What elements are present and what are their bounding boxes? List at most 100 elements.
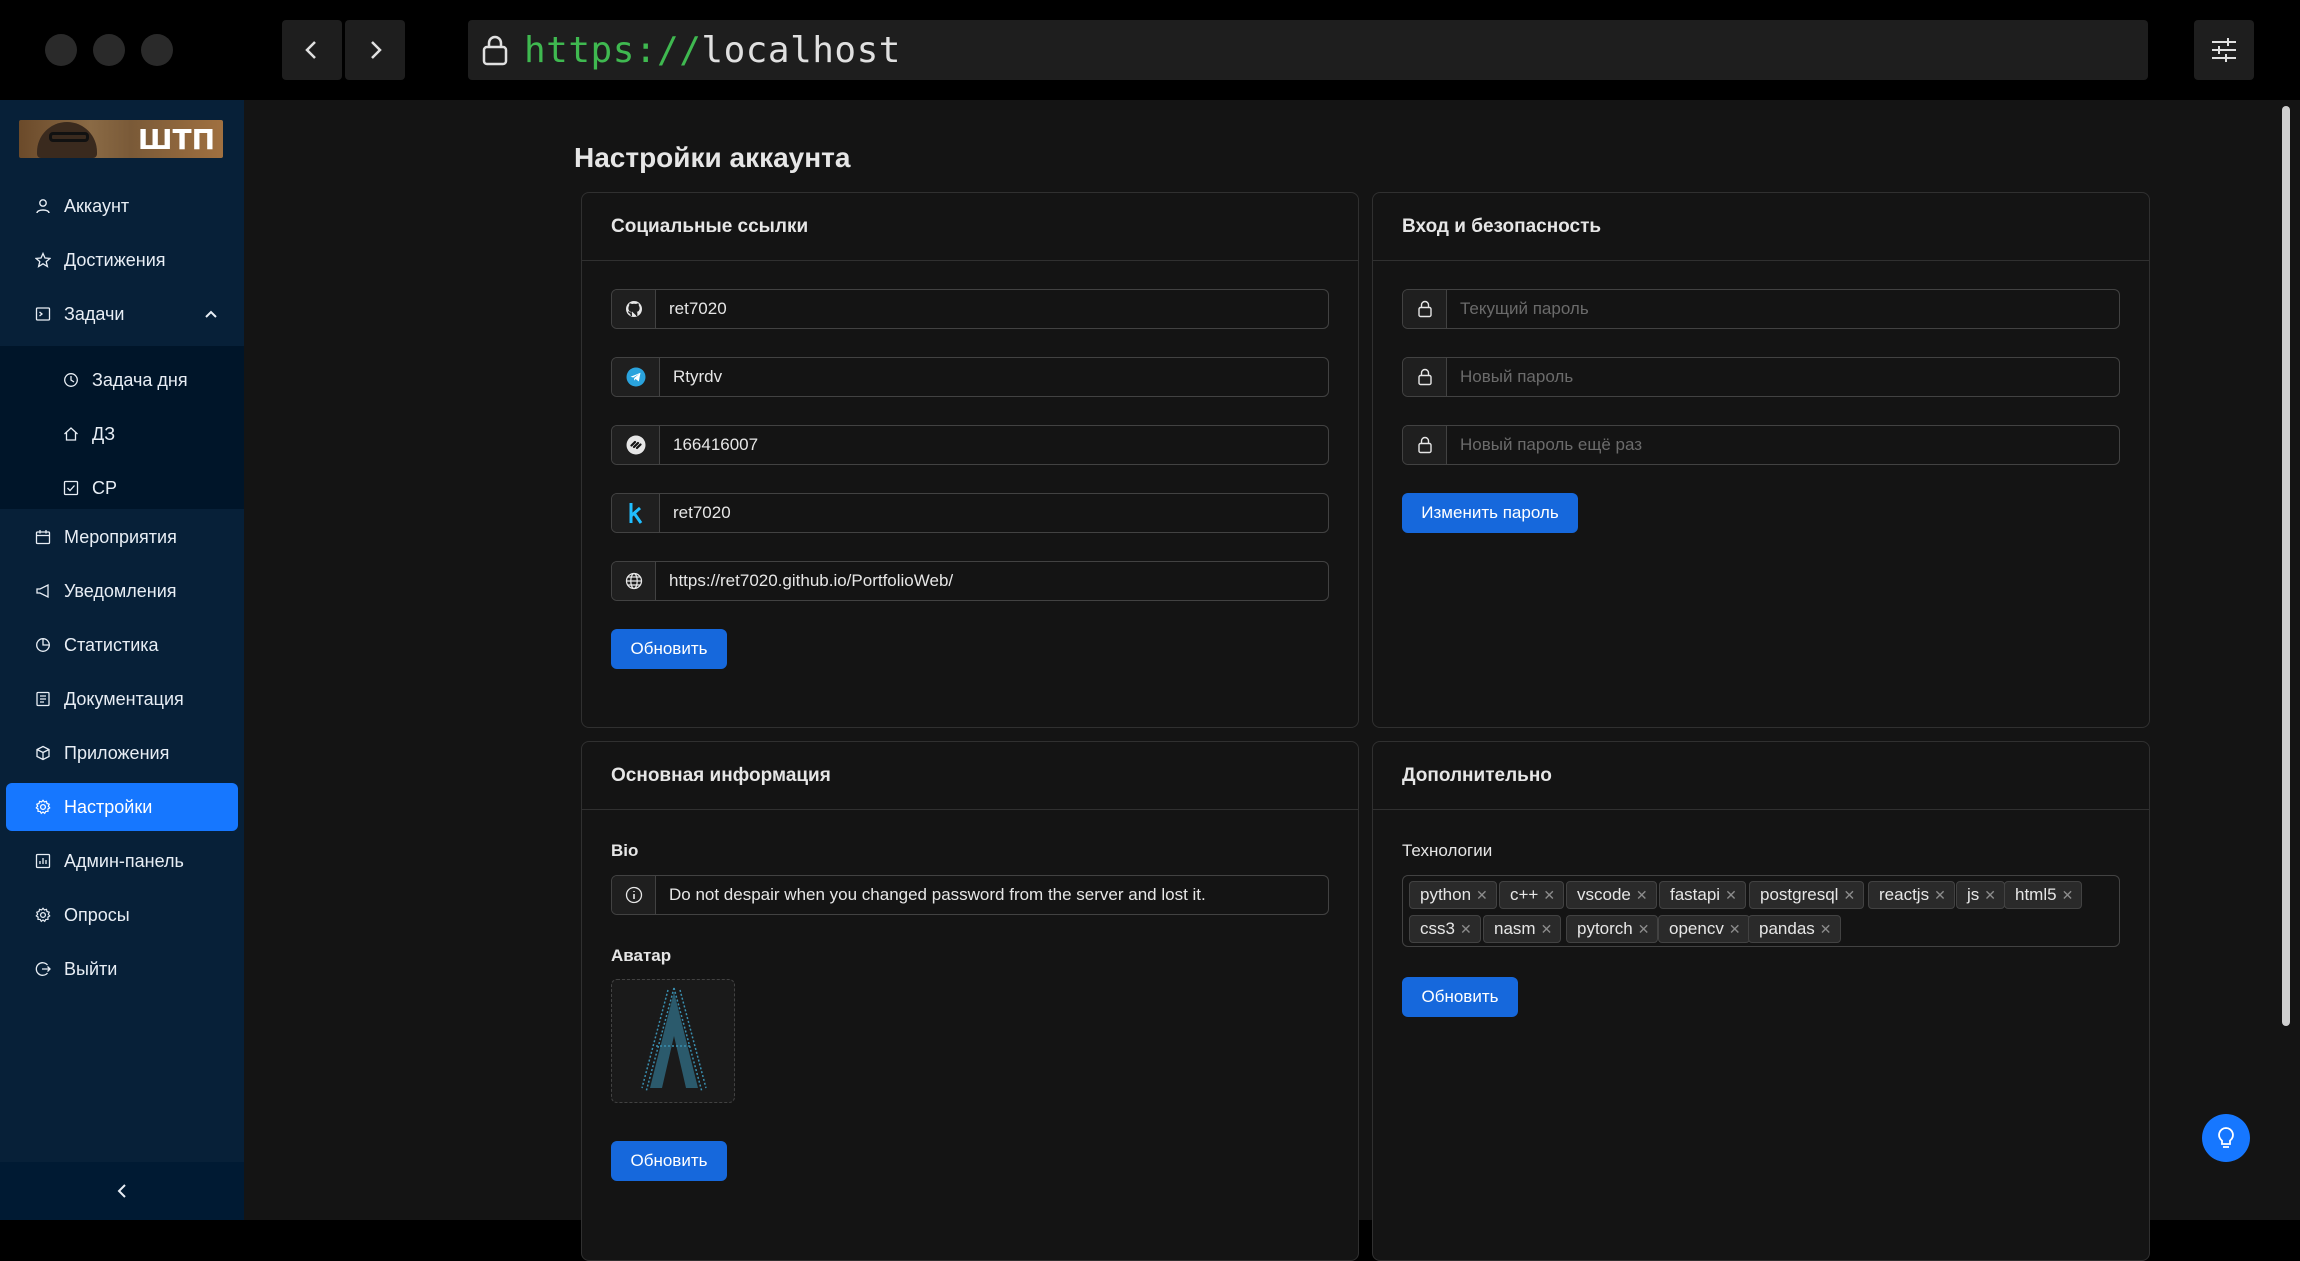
tag-nasm: nasm ✕ bbox=[1483, 915, 1562, 943]
sidebar-item-label: Задачи bbox=[64, 303, 125, 324]
tag-label: pytorch bbox=[1577, 919, 1633, 938]
gear-icon bbox=[34, 906, 52, 924]
remove-tag-icon[interactable]: ✕ bbox=[1729, 921, 1741, 938]
remove-tag-icon[interactable]: ✕ bbox=[1638, 921, 1650, 938]
github-input[interactable]: ret7020 bbox=[611, 289, 1329, 329]
tag-html5: html5 ✕ bbox=[2004, 881, 2083, 909]
sidebar-item-docs[interactable]: Документация bbox=[6, 675, 238, 723]
new-password-input[interactable]: Новый пароль bbox=[1402, 357, 2120, 397]
bio-value: Do not despair when you changed password… bbox=[669, 885, 1206, 904]
social-update-button[interactable]: Обновить bbox=[611, 629, 727, 669]
card-title: Основная информация bbox=[582, 742, 1358, 810]
remove-tag-icon[interactable]: ✕ bbox=[2062, 887, 2074, 904]
tag-label: vscode bbox=[1577, 885, 1631, 904]
kaggle-value: ret7020 bbox=[673, 503, 731, 522]
sidebar-item-logout[interactable]: Выйти bbox=[6, 945, 238, 993]
tag-label: js bbox=[1967, 885, 1980, 904]
pie-chart-icon bbox=[34, 636, 52, 654]
avatar-upload[interactable] bbox=[611, 979, 735, 1103]
lock-icon bbox=[1403, 358, 1447, 396]
logo-glasses bbox=[49, 132, 89, 142]
sidebar-item-admin[interactable]: Админ-панель bbox=[6, 837, 238, 885]
star-icon bbox=[34, 251, 52, 269]
window-close-dot[interactable] bbox=[45, 34, 77, 66]
card-title: Социальные ссылки bbox=[582, 193, 1358, 261]
app-logo[interactable]: ШТП bbox=[19, 120, 223, 158]
repeat-password-input[interactable]: Новый пароль ещё раз bbox=[1402, 425, 2120, 465]
sidebar-subitem-label: СР bbox=[92, 477, 118, 498]
lock-icon bbox=[1403, 426, 1447, 464]
forward-button[interactable] bbox=[345, 20, 405, 80]
website-input[interactable]: https://ret7020.github.io/PortfolioWeb/ bbox=[611, 561, 1329, 601]
address-bar[interactable]: https://localhost bbox=[468, 20, 2148, 80]
sidebar-subitem-daily-task[interactable]: Задача дня bbox=[6, 356, 238, 404]
technologies-select[interactable]: python ✕ c++ ✕ vscode ✕ fastapi ✕ postgresql… bbox=[1402, 875, 2120, 947]
page-scrollbar[interactable] bbox=[2282, 106, 2290, 1026]
sidebar-item-statistics[interactable]: Статистика bbox=[6, 621, 238, 669]
telegram-input[interactable]: Rtyrdv bbox=[611, 357, 1329, 397]
user-icon bbox=[34, 197, 52, 215]
sidebar-item-achievements[interactable]: Достижения bbox=[6, 236, 238, 284]
sidebar-collapse-button[interactable] bbox=[0, 1162, 244, 1220]
tag-label: css3 bbox=[1420, 919, 1455, 938]
url-host: localhost bbox=[701, 29, 901, 71]
extra-update-button[interactable]: Обновить bbox=[1402, 977, 1518, 1017]
window-minimize-dot[interactable] bbox=[93, 34, 125, 66]
chevron-left-icon bbox=[117, 1184, 126, 1198]
back-button[interactable] bbox=[282, 20, 342, 80]
remove-tag-icon[interactable]: ✕ bbox=[1460, 921, 1472, 938]
remove-tag-icon[interactable]: ✕ bbox=[1543, 887, 1555, 904]
card-title: Вход и безопасность bbox=[1373, 193, 2149, 261]
change-password-button[interactable]: Изменить пароль bbox=[1402, 493, 1578, 533]
home-icon bbox=[62, 425, 80, 443]
url-text: https://localhost bbox=[524, 30, 901, 71]
kaggle-input[interactable]: ret7020 bbox=[611, 493, 1329, 533]
stepik-value: 166416007 bbox=[673, 435, 759, 454]
kaggle-icon bbox=[612, 494, 660, 532]
remove-tag-icon[interactable]: ✕ bbox=[1820, 921, 1832, 938]
remove-tag-icon[interactable]: ✕ bbox=[1934, 887, 1946, 904]
remove-tag-icon[interactable]: ✕ bbox=[1984, 887, 1996, 904]
stepik-input[interactable]: 166416007 bbox=[611, 425, 1329, 465]
remove-tag-icon[interactable]: ✕ bbox=[1725, 887, 1737, 904]
sidebar-item-apps[interactable]: Приложения bbox=[6, 729, 238, 777]
sidebar-item-settings[interactable]: Настройки bbox=[6, 783, 238, 831]
sidebar-item-label: Аккаунт bbox=[64, 195, 130, 216]
browser-settings-button[interactable] bbox=[2194, 20, 2254, 80]
sidebar-subitem-label: Задача дня bbox=[92, 369, 188, 390]
sidebar-item-events[interactable]: Мероприятия bbox=[6, 513, 238, 561]
megaphone-icon bbox=[34, 582, 52, 600]
sidebar-subitem-tests[interactable]: СР bbox=[6, 464, 238, 512]
cube-icon bbox=[34, 744, 52, 762]
current-password-input[interactable]: Текущий пароль bbox=[1402, 289, 2120, 329]
tag-label: postgresql bbox=[1760, 885, 1839, 904]
window-maximize-dot[interactable] bbox=[141, 34, 173, 66]
sidebar-item-label: Настройки bbox=[64, 796, 153, 817]
sidebar-item-tasks[interactable]: Задачи bbox=[6, 290, 238, 338]
tag-python: python ✕ bbox=[1409, 881, 1497, 909]
sidebar-item-polls[interactable]: Опросы bbox=[6, 891, 238, 939]
help-float-button[interactable] bbox=[2202, 1114, 2250, 1162]
chevron-right-icon bbox=[371, 41, 382, 59]
sidebar-item-account[interactable]: Аккаунт bbox=[6, 182, 238, 230]
telegram-icon bbox=[612, 358, 660, 396]
website-value: https://ret7020.github.io/PortfolioWeb/ bbox=[669, 571, 954, 590]
gear-icon bbox=[34, 798, 52, 816]
remove-tag-icon[interactable]: ✕ bbox=[1636, 887, 1648, 904]
info-icon bbox=[612, 876, 656, 914]
sidebar-subitem-homework[interactable]: ДЗ bbox=[6, 410, 238, 458]
card-title: Дополнительно bbox=[1373, 742, 2149, 810]
remove-tag-icon[interactable]: ✕ bbox=[1476, 887, 1488, 904]
tag-postgresql: postgresql ✕ bbox=[1749, 881, 1865, 909]
remove-tag-icon[interactable]: ✕ bbox=[1541, 921, 1553, 938]
new-password-placeholder: Новый пароль bbox=[1460, 367, 1574, 386]
github-value: ret7020 bbox=[669, 299, 727, 318]
tag-opencv: opencv ✕ bbox=[1658, 915, 1750, 943]
basic-update-button[interactable]: Обновить bbox=[611, 1141, 727, 1181]
lock-icon bbox=[482, 35, 508, 66]
tag-pytorch: pytorch ✕ bbox=[1566, 915, 1659, 943]
bio-input[interactable]: Do not despair when you changed password… bbox=[611, 875, 1329, 915]
sidebar-item-label: Админ-панель bbox=[64, 850, 184, 871]
remove-tag-icon[interactable]: ✕ bbox=[1843, 887, 1855, 904]
sidebar-item-notifications[interactable]: Уведомления bbox=[6, 567, 238, 615]
